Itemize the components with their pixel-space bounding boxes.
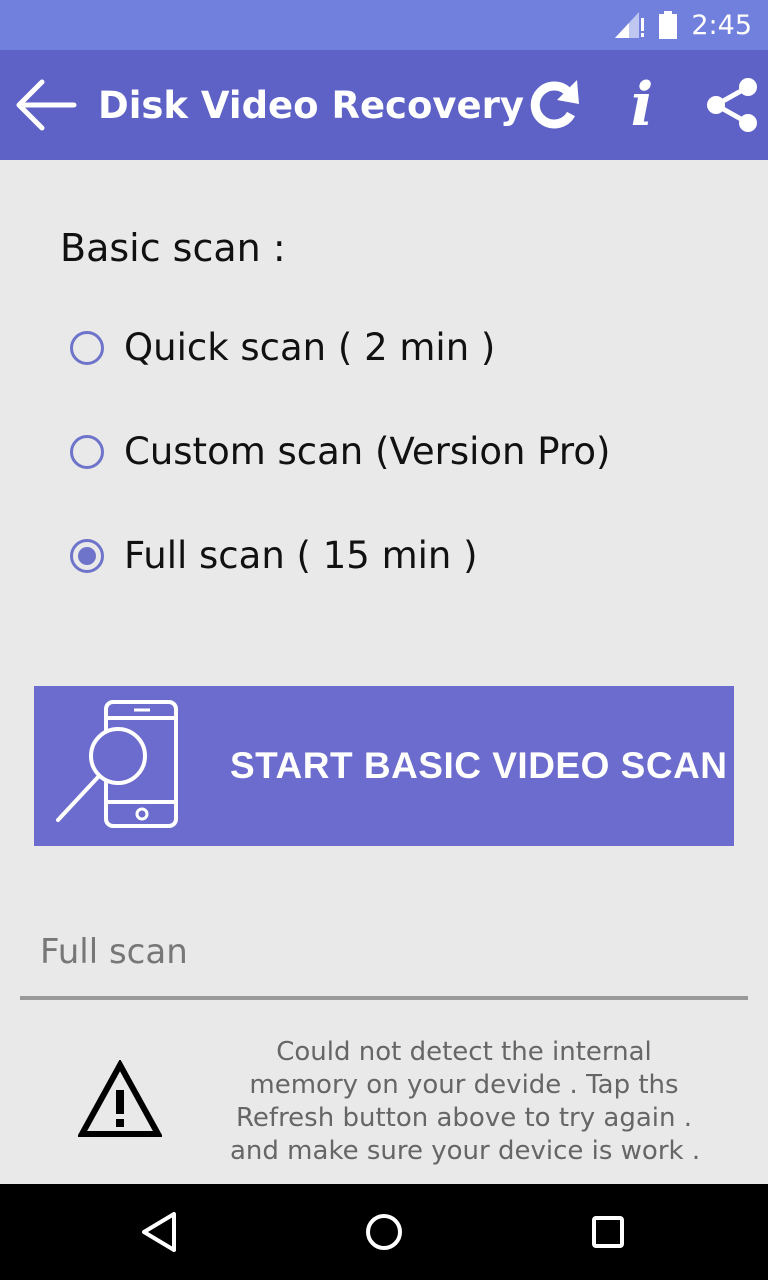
radio-label: Custom scan (Version Pro) [124,430,611,473]
radio-dot [78,546,96,565]
radio-button[interactable] [70,434,104,469]
info-icon: i [630,70,654,140]
refresh-icon [530,80,579,129]
nav-home-button[interactable] [354,1202,414,1262]
navigation-bar [0,1184,768,1280]
full-scan-option[interactable]: Full scan ( 15 min ) [70,534,478,577]
radio-label: Quick scan ( 2 min ) [124,326,496,369]
radio-label: Full scan ( 15 min ) [124,534,478,577]
warning-line: Could not detect the internal [276,1037,652,1067]
status-time: 2:45 [691,9,752,41]
circle-home-icon [366,1214,402,1250]
back-button[interactable] [12,70,78,140]
scan-mode-field[interactable]: Full scan [20,916,748,1000]
app-bar: Disk Video Recovery i [0,50,768,160]
info-button[interactable]: i [612,70,672,140]
radio-button-selected[interactable] [70,538,104,573]
share-button[interactable] [702,70,762,140]
phone-search-icon [56,700,178,828]
basic-scan-label: Basic scan : [60,226,286,270]
refresh-button[interactable] [524,70,584,140]
warning-line: memory on your devide . Tap ths [249,1070,679,1100]
page-title: Disk Video Recovery [98,83,524,127]
nav-back-button[interactable] [130,1202,190,1262]
custom-scan-option[interactable]: Custom scan (Version Pro) [70,430,610,473]
warning-icon [78,1060,162,1137]
status-bar: 2:45 [0,0,768,50]
warning-line: Refresh button above to try again . [236,1103,692,1133]
square-recents-icon [592,1216,624,1248]
scan-mode-value: Full scan [40,932,188,972]
radio-button[interactable] [70,330,104,365]
warning-message: Could not detect the internal memory on … [230,1036,701,1168]
signal-icon [615,12,645,38]
battery-icon [659,11,678,39]
triangle-back-icon [142,1212,176,1252]
share-icon [706,78,757,132]
warning-line: and make sure your device is work . [230,1136,701,1166]
start-basic-video-scan-button[interactable]: START BASIC VIDEO SCAN [34,686,734,846]
quick-scan-option[interactable]: Quick scan ( 2 min ) [70,326,495,369]
nav-recents-button[interactable] [578,1202,638,1262]
start-button-label: START BASIC VIDEO SCAN [230,745,728,786]
arrow-left-icon [16,79,77,131]
